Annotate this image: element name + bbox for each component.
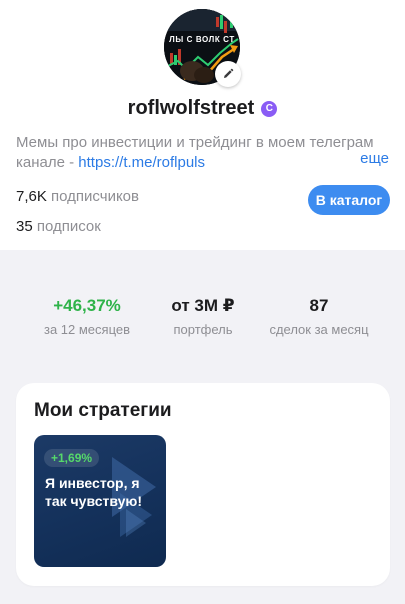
username-row: roflwolfstreet C xyxy=(0,97,405,120)
strategy-tile[interactable]: +1,69% Я инвестор, я так чувствую! xyxy=(34,435,166,567)
stat-value: +46,37% xyxy=(53,296,121,315)
subscriptions-stat[interactable]: 35 подписок xyxy=(16,218,101,235)
strategy-return-badge: +1,69% xyxy=(44,449,100,467)
subscriptions-label: подписок xyxy=(36,218,101,235)
stat-label: портфель xyxy=(173,322,233,337)
strategies-card: Мои стратегии +1,69% Я инвестор, я так ч… xyxy=(16,383,390,586)
catalog-button[interactable]: В каталог xyxy=(308,185,390,215)
stat-portfolio: от 3М ₽ портфель xyxy=(146,296,260,337)
stat-label: сделок за месяц xyxy=(269,322,369,337)
edit-avatar-button[interactable] xyxy=(215,61,241,87)
subscribers-count: 7,6K xyxy=(16,188,47,205)
subscribers-stat[interactable]: 7,6K подписчиков xyxy=(16,188,139,205)
subscriptions-count: 35 xyxy=(16,218,33,235)
avatar-caption: ЛЫ С ВОЛК СТ xyxy=(169,35,235,44)
bio-link[interactable]: https://t.me/roflpuls xyxy=(78,154,205,171)
username: roflwolfstreet xyxy=(127,97,255,119)
stat-value: от 3М ₽ xyxy=(171,296,235,315)
stat-label: за 12 месяцев xyxy=(43,322,131,337)
subscribers-label: подписчиков xyxy=(51,188,139,205)
pencil-icon xyxy=(224,68,234,78)
stat-value: 87 xyxy=(309,296,329,315)
stat-trades: 87 сделок за месяц xyxy=(262,296,376,337)
section-title: Мои стратегии xyxy=(34,400,172,421)
bio: Мемы про инвестиции и трейдинг в моем те… xyxy=(16,133,391,173)
stats-card: +46,37% за 12 месяцев от 3М ₽ портфель 8… xyxy=(16,268,390,358)
more-link[interactable]: еще xyxy=(360,150,389,167)
stat-yearly-return: +46,37% за 12 месяцев xyxy=(30,296,144,337)
premium-badge-icon[interactable]: C xyxy=(261,100,278,117)
strategy-name: Я инвестор, я так чувствую! xyxy=(45,475,143,509)
